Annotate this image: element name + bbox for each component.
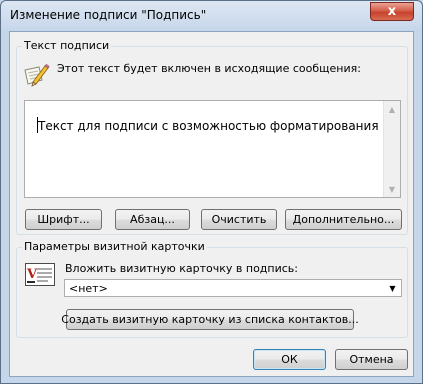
signature-text-group-title: Текст подписи (22, 39, 112, 52)
cancel-button[interactable]: Отмена (335, 349, 408, 370)
title-bar[interactable]: Изменение подписи "Подпись" x (1, 1, 422, 31)
svg-text:V: V (26, 267, 38, 282)
close-icon: x (387, 4, 397, 19)
insert-card-label: Вложить визитную карточку в подпись: (65, 262, 298, 275)
editor-scrollbar[interactable]: ▲ ▼ (383, 101, 400, 197)
scroll-up-icon[interactable]: ▲ (384, 101, 400, 117)
font-button[interactable]: Шрифт... (25, 209, 102, 230)
advanced-button[interactable]: Дополнительно... (285, 209, 402, 230)
dialog-body: Текст подписи Этот текст будет включен в… (9, 31, 414, 377)
signature-description: Этот текст будет включен в исходящие соо… (57, 62, 361, 75)
window-title: Изменение подписи "Подпись" (10, 8, 207, 22)
business-card-group: Параметры визитной карточки V Вложить ви… (16, 240, 408, 338)
business-card-select[interactable]: <нет> ▼ (64, 279, 402, 297)
selected-card-value: <нет> (69, 282, 108, 295)
close-button[interactable]: x (370, 2, 414, 21)
ok-button[interactable]: ОК (253, 349, 326, 370)
signature-text-group: Текст подписи Этот текст будет включен в… (16, 39, 408, 235)
paragraph-button[interactable]: Абзац... (115, 209, 190, 230)
signature-editor[interactable]: Текст для подписи с возможностью формати… (24, 100, 401, 198)
signature-edit-dialog: Изменение подписи "Подпись" x Текст подп… (0, 0, 423, 384)
business-card-group-title: Параметры визитной карточки (22, 240, 207, 253)
pencil-paper-icon (22, 63, 50, 87)
signature-content: Текст для подписи с возможностью формати… (38, 119, 379, 133)
business-card-icon: V (24, 261, 56, 289)
clear-button[interactable]: Очистить (201, 209, 277, 230)
chevron-down-icon[interactable]: ▼ (384, 280, 401, 296)
scroll-down-icon[interactable]: ▼ (384, 181, 400, 197)
create-card-button[interactable]: Создать визитную карточку из списка конт… (61, 309, 359, 330)
